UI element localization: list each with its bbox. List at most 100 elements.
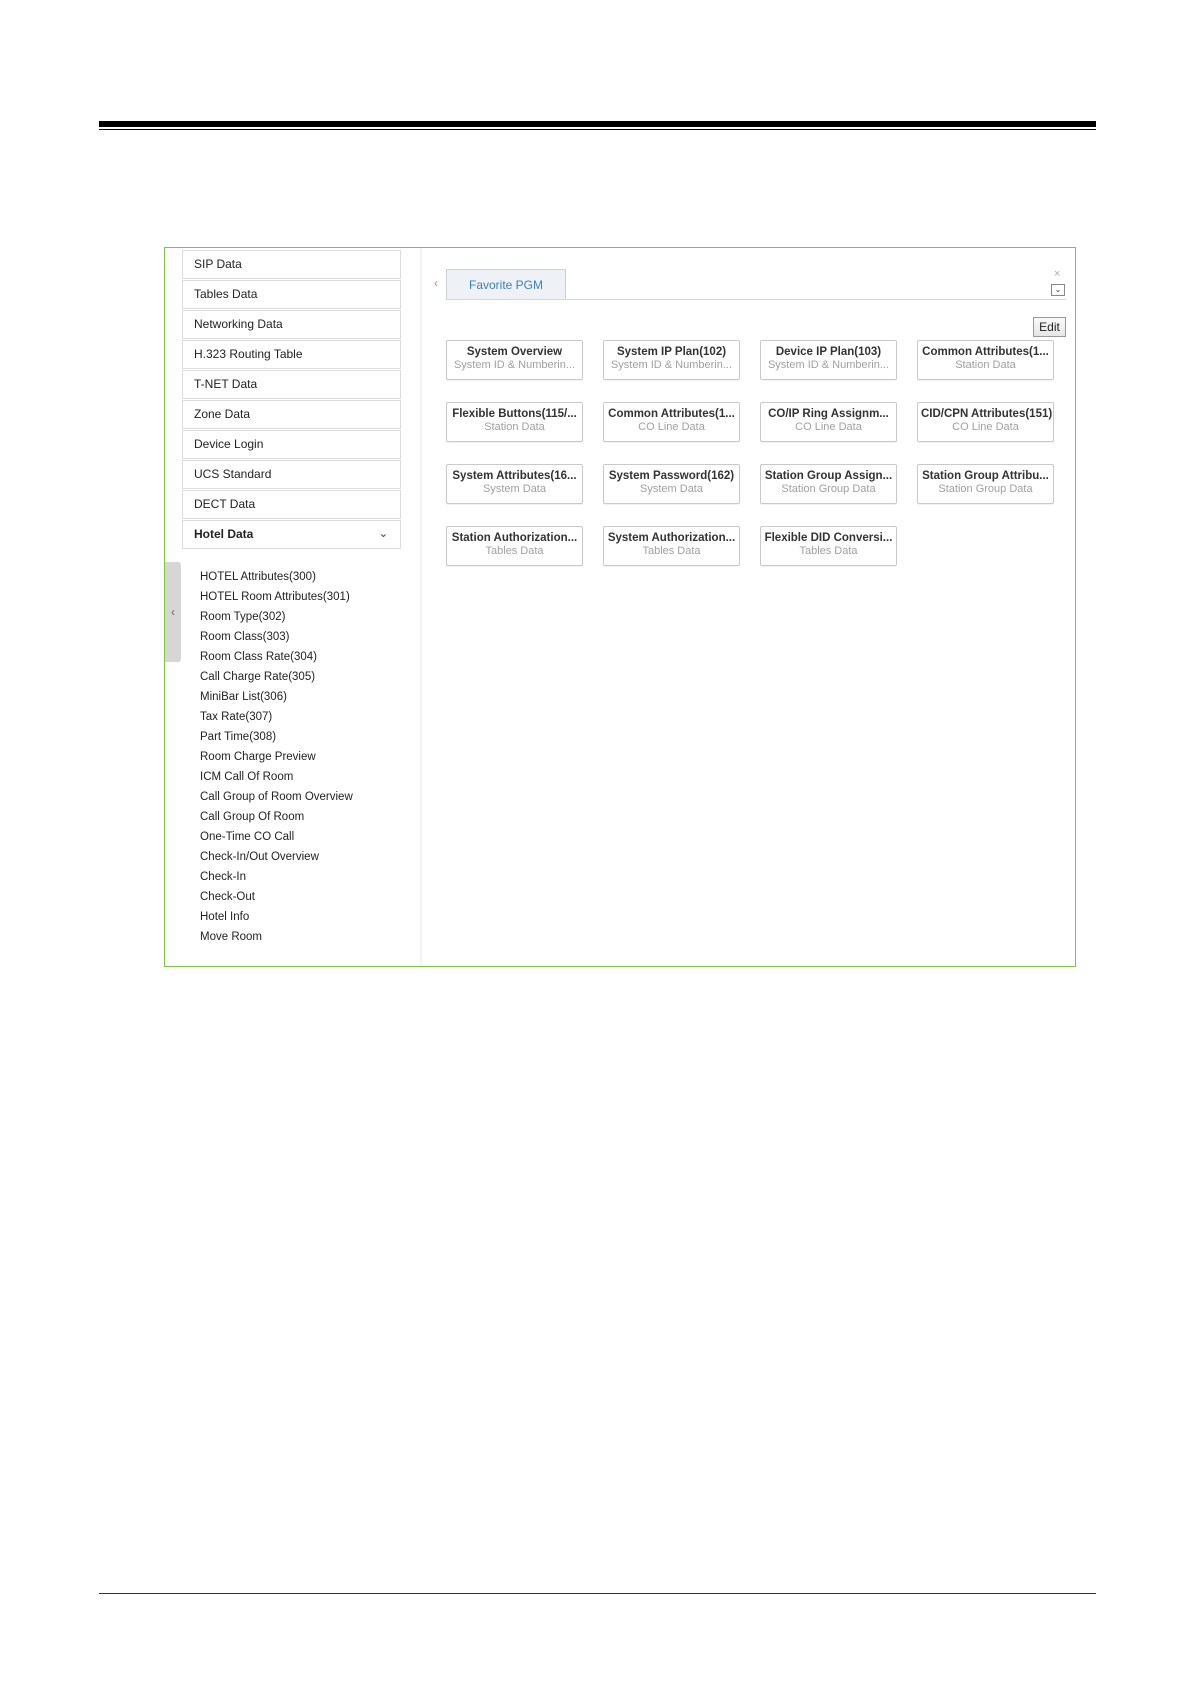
card-subtitle: Station Group Data [781, 483, 876, 495]
card-title: Station Authorization... [451, 532, 578, 544]
chevron-left-icon: ‹ [171, 605, 175, 619]
tab-divider [446, 299, 1066, 300]
submenu-item[interactable]: Move Room [200, 931, 262, 943]
chevron-down-icon: ⌄ [378, 528, 388, 540]
submenu-item[interactable]: Check-Out [200, 891, 255, 903]
submenu-item[interactable]: Call Group of Room Overview [200, 791, 353, 803]
card-title: Device IP Plan(103) [775, 346, 882, 358]
sidebar-item-ucs-standard[interactable]: UCS Standard [182, 460, 401, 489]
card-subtitle: System ID & Numberin... [610, 359, 733, 371]
sidebar-item-label: Hotel Data [194, 527, 254, 541]
sidebar-item-sip-data[interactable]: SIP Data [182, 250, 401, 279]
sidebar-item-label: UCS Standard [194, 467, 272, 481]
card-title: Common Attributes(1... [608, 408, 735, 420]
sidebar-item-label: Zone Data [194, 407, 251, 421]
card-subtitle: CO Line Data [638, 421, 705, 433]
card-title: Common Attributes(1... [922, 346, 1049, 358]
sidebar-item-device-login[interactable]: Device Login [182, 430, 401, 459]
sidebar-item-label: Device Login [194, 437, 264, 451]
favorite-card[interactable]: Flexible Buttons(115/... Station Data [446, 402, 583, 442]
sidebar-item-label: Tables Data [194, 287, 258, 301]
page-header-rule-thin [99, 129, 1096, 130]
card-subtitle: Station Group Data [938, 483, 1033, 495]
edit-button[interactable]: Edit [1033, 317, 1066, 337]
card-subtitle: Station Data [484, 421, 545, 433]
favorite-card[interactable]: Common Attributes(1... CO Line Data [603, 402, 740, 442]
favorite-card[interactable]: Station Group Attribu... Station Group D… [917, 464, 1054, 504]
sidebar-item-tnet-data[interactable]: T-NET Data [182, 370, 401, 399]
submenu-item[interactable]: Call Charge Rate(305) [200, 671, 315, 683]
favorite-card[interactable]: Device IP Plan(103) System ID & Numberin… [760, 340, 897, 380]
submenu-item[interactable]: Room Class(303) [200, 631, 289, 643]
favorite-card[interactable]: CO/IP Ring Assignm... CO Line Data [760, 402, 897, 442]
card-title: Station Group Assign... [764, 470, 893, 482]
card-subtitle: Tables Data [799, 545, 858, 557]
sidebar-item-tables-data[interactable]: Tables Data [182, 280, 401, 309]
screenshot-frame: ‹ SIP Data Tables Data Networking Data H… [164, 247, 1076, 967]
card-subtitle: System Data [640, 483, 703, 495]
submenu-item[interactable]: Room Class Rate(304) [200, 651, 317, 663]
sidebar-item-label: Networking Data [194, 317, 283, 331]
favorite-card[interactable]: System Overview System ID & Numberin... [446, 340, 583, 380]
submenu-item[interactable]: MiniBar List(306) [200, 691, 287, 703]
submenu-item[interactable]: HOTEL Attributes(300) [200, 571, 316, 583]
card-subtitle: CO Line Data [952, 421, 1019, 433]
card-title: CID/CPN Attributes(151) [921, 408, 1053, 420]
card-title: Flexible Buttons(115/... [452, 408, 577, 420]
sidebar-item-h323-routing-table[interactable]: H.323 Routing Table [182, 340, 401, 369]
card-subtitle: System ID & Numberin... [767, 359, 890, 371]
card-title: System Authorization... [607, 532, 736, 544]
sidebar-item-dect-data[interactable]: DECT Data [182, 490, 401, 519]
favorite-card[interactable]: CID/CPN Attributes(151) CO Line Data [917, 402, 1054, 442]
sidebar-item-label: DECT Data [194, 497, 256, 511]
submenu-item[interactable]: Check-In/Out Overview [200, 851, 319, 863]
card-title: System Attributes(16... [452, 470, 577, 482]
sidebar-item-label: T-NET Data [194, 377, 258, 391]
sidebar-collapse-handle[interactable]: ‹ [165, 562, 181, 662]
card-title: System Password(162) [608, 470, 735, 482]
card-title: System Overview [466, 346, 563, 358]
submenu-item[interactable]: Call Group Of Room [200, 811, 304, 823]
sidebar-item-label: H.323 Routing Table [194, 347, 303, 361]
card-title: Flexible DID Conversi... [764, 532, 893, 544]
favorite-card[interactable]: Station Group Assign... Station Group Da… [760, 464, 897, 504]
card-title: CO/IP Ring Assignm... [768, 408, 889, 420]
submenu-item[interactable]: HOTEL Room Attributes(301) [200, 591, 350, 603]
submenu-item[interactable]: Room Charge Preview [200, 751, 316, 763]
favorite-card[interactable]: Flexible DID Conversi... Tables Data [760, 526, 897, 566]
hotel-submenu: HOTEL Attributes(300) HOTEL Room Attribu… [182, 571, 401, 966]
card-subtitle: System ID & Numberin... [453, 359, 576, 371]
submenu-item[interactable]: Part Time(308) [200, 731, 276, 743]
favorite-card[interactable]: Station Authorization... Tables Data [446, 526, 583, 566]
card-subtitle: CO Line Data [795, 421, 862, 433]
favorite-card[interactable]: Common Attributes(1... Station Data [917, 340, 1054, 380]
card-subtitle: Tables Data [485, 545, 544, 557]
favorite-card[interactable]: System IP Plan(102) System ID & Numberin… [603, 340, 740, 380]
page-header-rule [99, 121, 1096, 127]
favorite-card[interactable]: System Authorization... Tables Data [603, 526, 740, 566]
submenu-item[interactable]: ICM Call Of Room [200, 771, 293, 783]
close-icon[interactable]: × [1054, 268, 1060, 280]
card-title: System IP Plan(102) [616, 346, 727, 358]
card-subtitle: Station Data [955, 359, 1016, 371]
sidebar: SIP Data Tables Data Networking Data H.3… [182, 248, 423, 966]
card-subtitle: System Data [483, 483, 546, 495]
page-footer-rule [99, 1593, 1096, 1594]
submenu-item[interactable]: One-Time CO Call [200, 831, 294, 843]
card-subtitle: Tables Data [642, 545, 701, 557]
card-title: Station Group Attribu... [922, 470, 1049, 482]
favorite-card[interactable]: System Attributes(16... System Data [446, 464, 583, 504]
favorite-card[interactable]: System Password(162) System Data [603, 464, 740, 504]
sidebar-item-hotel-data[interactable]: Hotel Data ⌄ [182, 520, 401, 549]
submenu-item[interactable]: Check-In [200, 871, 246, 883]
submenu-item[interactable]: Hotel Info [200, 911, 249, 923]
sidebar-item-networking-data[interactable]: Networking Data [182, 310, 401, 339]
chevron-left-icon[interactable]: ‹ [434, 276, 438, 290]
chevron-down-icon[interactable]: ⌄ [1051, 284, 1065, 296]
submenu-item[interactable]: Tax Rate(307) [200, 711, 272, 723]
sidebar-item-zone-data[interactable]: Zone Data [182, 400, 401, 429]
submenu-item[interactable]: Room Type(302) [200, 611, 285, 623]
sidebar-item-label: SIP Data [194, 257, 242, 271]
main-panel: ‹ Favorite PGM × ⌄ Edit System Overview … [422, 248, 1075, 966]
tab-favorite-pgm[interactable]: Favorite PGM [446, 269, 566, 299]
